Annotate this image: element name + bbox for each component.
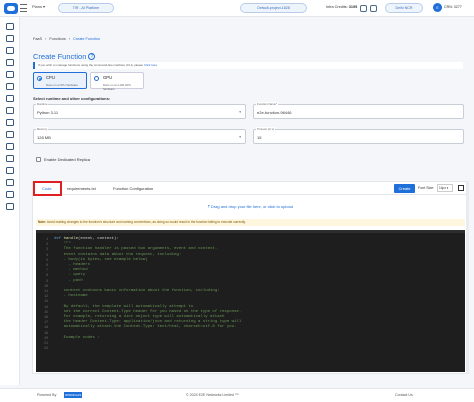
chevron-down-icon: ▾ [239, 135, 241, 139]
cpu-radio[interactable] [37, 76, 42, 81]
function-name-input[interactable]: Function Name* e2e-function-96446 [253, 102, 464, 119]
font-size-select[interactable]: 14px ▾ [437, 184, 453, 192]
help-circle-icon[interactable]: ? [88, 53, 96, 60]
notification-icon[interactable] [360, 5, 367, 12]
cpu-title: CPU [46, 75, 55, 80]
memory-select[interactable]: Memory 128 MB ▾ [33, 127, 246, 144]
infra-credits-value: 3195 [348, 5, 358, 9]
warning-note: Note: Avoid making changes to the functi… [36, 219, 465, 226]
page-title: Create Function? [33, 52, 96, 61]
plans-label: Plans [32, 4, 43, 9]
dataset-icon[interactable] [6, 47, 14, 54]
breadcrumb-functions[interactable]: Functions [49, 37, 65, 41]
sidebar [0, 17, 20, 385]
code-line[interactable]: automatically attach the Content-Type: t… [54, 325, 241, 330]
code-content[interactable]: def handle(event, context): """ The func… [54, 237, 241, 351]
plans-dropdown[interactable]: Plans ▾ [32, 4, 45, 9]
notebook-icon[interactable] [6, 35, 14, 42]
project-name: TIR - AI Platform [72, 6, 100, 10]
breadcrumb-faas[interactable]: FaaS [33, 37, 42, 41]
tab-function-configuration[interactable]: Function Configuration [113, 186, 153, 191]
security-icon[interactable] [6, 203, 14, 210]
upload-dropzone[interactable]: ⤒ Drag and drop your file here, or click… [33, 204, 468, 209]
model-icon[interactable] [6, 59, 14, 66]
inference-icon[interactable] [6, 95, 14, 102]
infra-credits: Infra Credits: 3195 [326, 5, 358, 9]
breadcrumb-current: Create Function [73, 37, 101, 41]
gpu-desc: Runs on a H-100 GPU hardware [103, 83, 131, 91]
copyright-text: © 2024 E2E Networks Limited ™ [186, 393, 239, 397]
region-name: Delhi NCR [395, 6, 413, 10]
footer: Powered By OPENFAAS © 2024 E2E Networks … [0, 388, 474, 402]
code-panel: Code requirements.txt Function Configura… [32, 181, 468, 374]
fullscreen-icon[interactable] [458, 185, 464, 191]
pipeline-icon[interactable] [6, 83, 14, 90]
default-project-selector[interactable]: Default-project-1828 [240, 3, 307, 13]
upload-text: Drag and drop your file here, or click t… [210, 204, 293, 209]
cli-link[interactable]: Click here [144, 63, 157, 67]
help-icon[interactable] [370, 5, 377, 12]
scrollbar[interactable] [466, 181, 469, 374]
project-selector[interactable]: TIR - AI Platform [58, 3, 114, 13]
tab-requirements[interactable]: requirements.txt [67, 186, 96, 191]
code-line[interactable] [54, 346, 241, 351]
gpu-radio[interactable] [94, 76, 99, 81]
integration-icon[interactable] [6, 167, 14, 174]
create-button[interactable]: Create [394, 184, 415, 193]
settings-icon[interactable] [6, 179, 14, 186]
breadcrumb: FaaS › Functions › Create Function [33, 37, 101, 41]
crn-label: CRN: 3277 [444, 5, 462, 9]
e2e-logo[interactable] [4, 3, 18, 14]
dashboard-icon[interactable] [6, 23, 14, 30]
storage-icon[interactable] [6, 143, 14, 150]
faas-icon[interactable] [6, 131, 14, 138]
font-size-label: Font Size: [418, 186, 435, 190]
top-bar: Plans ▾ TIR - AI Platform Default-projec… [0, 0, 474, 17]
code-line[interactable]: The function handler is passed two argum… [54, 247, 241, 252]
gpu-title: GPU [103, 75, 113, 80]
default-project-name: Default-project-1828 [257, 6, 290, 10]
vector-db-icon[interactable] [6, 107, 14, 114]
editor-tabs: Code requirements.txt Function Configura… [33, 181, 468, 196]
powered-by-label: Powered By [37, 393, 57, 397]
chevron-down-icon: ▾ [43, 4, 46, 9]
contact-us-link[interactable]: Contact Us [395, 393, 413, 397]
container-icon[interactable] [6, 155, 14, 162]
line-numbers: 1 2 3 4 5 6 7 8 9 10 11 12 13 14 15 16 17 18 19 20 21 22 [36, 237, 48, 351]
api-token-icon[interactable] [6, 191, 14, 198]
chevron-down-icon: ▾ [239, 110, 241, 114]
runtime-section-heading: Select runtime and other configurations: [33, 96, 111, 101]
dedicated-replica-checkbox[interactable] [36, 157, 41, 162]
timeout-input[interactable]: Timeout (in s) 15 [253, 127, 464, 144]
avatar[interactable]: E [433, 3, 442, 12]
cli-info-banner: If you wish to manage functions using th… [33, 62, 463, 69]
gpu-option-card[interactable]: GPU Runs on a H-100 GPU hardware [90, 72, 144, 91]
code-editor[interactable]: 1 2 3 4 5 6 7 8 9 10 11 12 13 14 15 16 17 18 19 20 21 22 def … [36, 230, 465, 372]
cpu-desc: Runs on a CPU hardware [46, 83, 78, 87]
training-icon[interactable] [6, 71, 14, 78]
cpu-option-card[interactable]: CPU Runs on a CPU hardware [33, 72, 87, 89]
code-tab-highlight [33, 181, 62, 196]
menu-icon[interactable] [20, 4, 27, 12]
line-number: 22 [44, 346, 48, 351]
dedicated-replica-label: Enable Dedicated Replica [44, 157, 91, 162]
runtime-select[interactable]: Runtime Python 3.11 ▾ [33, 102, 246, 119]
region-selector[interactable]: Delhi NCR [385, 3, 423, 13]
openfaas-badge[interactable]: OPENFAAS [64, 392, 82, 398]
rag-icon[interactable] [6, 119, 14, 126]
